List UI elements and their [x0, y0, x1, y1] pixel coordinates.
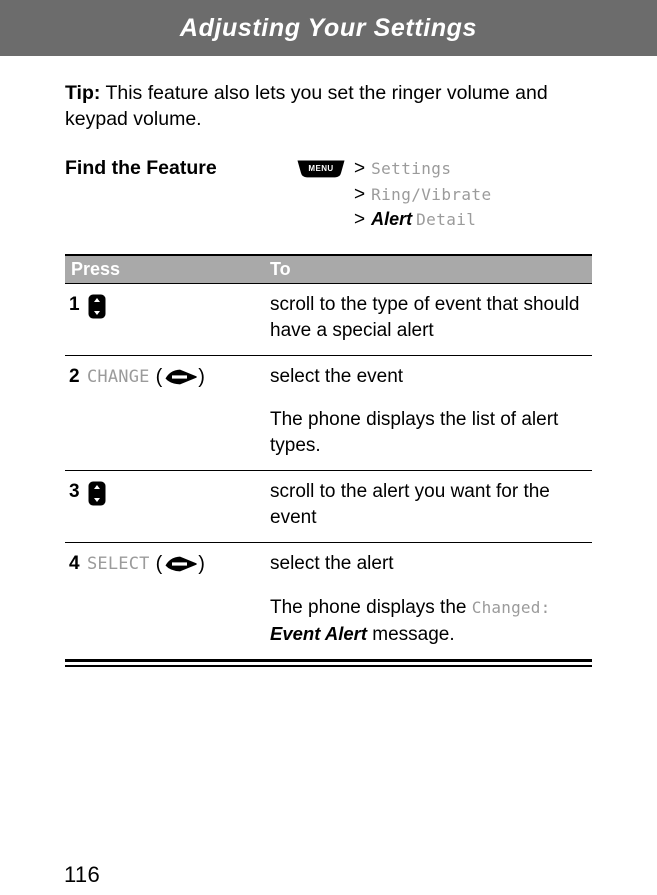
- page-content: Tip: This feature also lets you set the …: [65, 56, 592, 667]
- step-result-prefix: The phone displays the: [270, 597, 472, 618]
- table-row: 1 scroll to the type of event that shoul…: [65, 283, 592, 355]
- table-header-row: Press To: [65, 256, 592, 283]
- menu-key-icon: MENU: [297, 159, 345, 178]
- step-to-cell: select the event The phone displays the …: [270, 356, 592, 470]
- menu-path-item-ring-vibrate: Ring/Vibrate: [371, 185, 492, 204]
- step-result-note: The phone displays the list of alert typ…: [270, 409, 559, 456]
- scroll-key-icon[interactable]: [87, 481, 107, 506]
- step-description: select the event: [270, 366, 404, 387]
- step-description: scroll to the alert you want for the eve…: [270, 481, 550, 528]
- step-key-group: CHANGE ( ): [87, 365, 205, 389]
- soft-key-icon[interactable]: [163, 368, 198, 386]
- paren-close: ): [198, 366, 205, 388]
- scroll-key-icon[interactable]: [87, 294, 107, 319]
- menu-path-line-2: > Ring/Vibrate: [297, 182, 592, 207]
- step-result-note: The phone displays the Changed: Event Al…: [270, 594, 592, 648]
- step-to-cell: scroll to the alert you want for the eve…: [270, 471, 592, 542]
- table-row: 2 CHANGE ( ) select the event The phone …: [65, 355, 592, 470]
- step-press-cell: 2 CHANGE ( ): [65, 356, 270, 470]
- menu-path-separator-2: >: [354, 184, 366, 205]
- page-header-bar: Adjusting Your Settings: [0, 0, 657, 56]
- column-header-to: To: [270, 259, 291, 279]
- step-to-cell: scroll to the type of event that should …: [270, 284, 592, 355]
- paren-open: (: [155, 366, 163, 388]
- step-result-italic: Event Alert: [270, 623, 367, 644]
- find-the-feature-label: Find the Feature: [65, 157, 217, 179]
- table-bottom-rule-thin: [65, 665, 592, 667]
- steps-table: Press To 1 scroll to the type of event t…: [65, 254, 592, 667]
- step-number: 1: [69, 294, 80, 315]
- softkey-label-select: SELECT: [87, 554, 150, 574]
- step-description: scroll to the type of event that should …: [270, 294, 580, 341]
- paren-open: (: [155, 553, 163, 575]
- step-number: 3: [69, 481, 80, 502]
- step-key-group: [87, 293, 107, 319]
- menu-path-item-settings: Settings: [371, 159, 452, 178]
- tip-label: Tip:: [65, 82, 101, 104]
- page-title: Adjusting Your Settings: [179, 13, 478, 42]
- menu-key-label: MENU: [308, 163, 334, 173]
- step-result-suffix: message.: [366, 624, 455, 645]
- soft-key-icon[interactable]: [163, 555, 198, 573]
- menu-path-item-alert-emphasis: Alert: [371, 209, 413, 229]
- table-row: 3 scroll to the alert you want for the e…: [65, 470, 592, 542]
- step-press-cell: 1: [65, 284, 270, 355]
- tip-paragraph: Tip: This feature also lets you set the …: [65, 80, 581, 132]
- table-row: 4 SELECT ( ) select the alert The phone …: [65, 542, 592, 659]
- step-description: select the alert: [270, 553, 394, 574]
- menu-path-line-3: > Alert Detail: [297, 207, 592, 232]
- step-key-group: SELECT ( ): [87, 552, 205, 576]
- menu-path-item-detail: Detail: [416, 210, 477, 229]
- step-to-cell: select the alert The phone displays the …: [270, 543, 592, 659]
- page-number: 116: [64, 862, 100, 887]
- step-number: 2: [69, 366, 80, 387]
- column-header-press: Press: [71, 259, 121, 279]
- menu-path-separator-1: >: [354, 158, 366, 179]
- tip-text: This feature also lets you set the ringe…: [65, 82, 548, 130]
- step-result-mono: Changed:: [471, 598, 551, 617]
- menu-path: MENU > Settings > Ring/Vibrate > Alert D…: [297, 154, 592, 232]
- step-number: 4: [69, 553, 80, 574]
- softkey-label-change: CHANGE: [87, 367, 150, 387]
- step-press-cell: 3: [65, 471, 270, 542]
- menu-path-separator-3: >: [354, 209, 366, 230]
- step-key-group: [87, 480, 107, 506]
- step-press-cell: 4 SELECT ( ): [65, 543, 270, 659]
- menu-path-line-1: MENU > Settings: [297, 155, 592, 182]
- paren-close: ): [198, 553, 205, 575]
- find-the-feature-block: Find the Feature MENU > Settings > Ring/…: [65, 154, 592, 232]
